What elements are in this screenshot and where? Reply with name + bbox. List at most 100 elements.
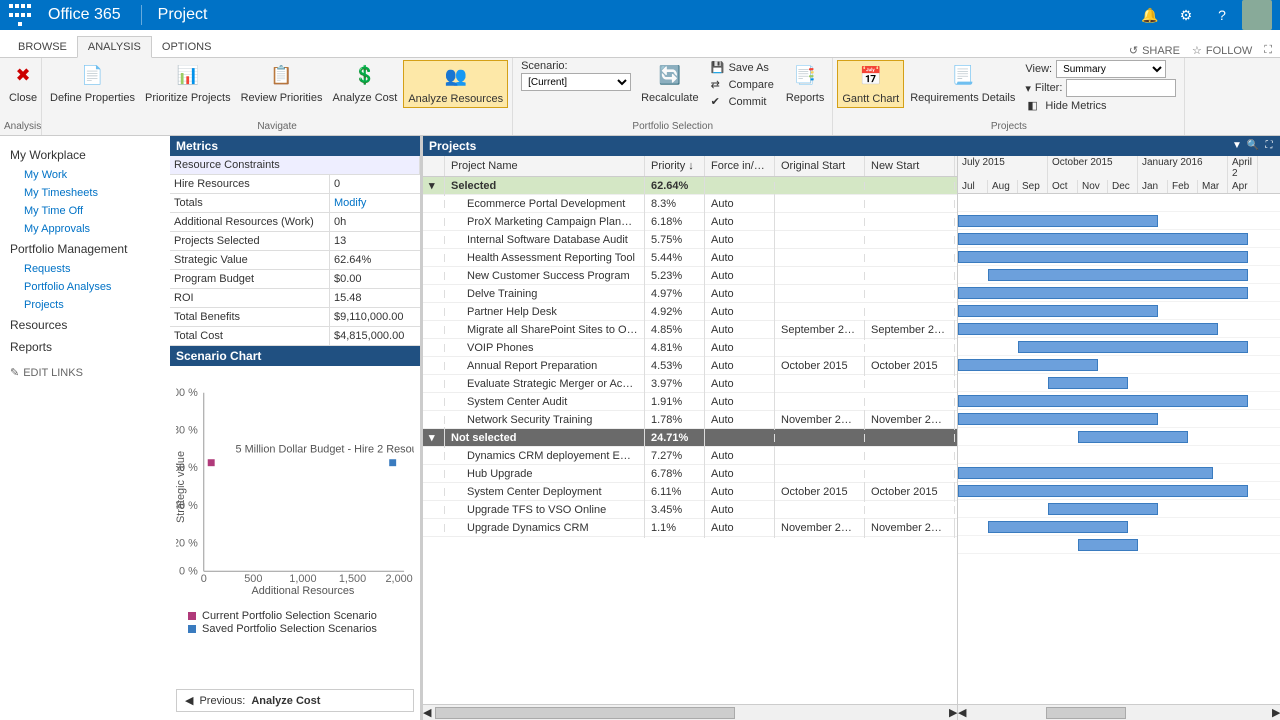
help-icon[interactable]: ?	[1206, 0, 1238, 30]
table-row[interactable]: VOIP Phones4.81%Auto	[423, 339, 957, 357]
gantt-bar[interactable]	[988, 269, 1248, 281]
group-row[interactable]: ▾Not selected24.71%	[423, 429, 957, 447]
group-row[interactable]: ▾Selected62.64%	[423, 177, 957, 195]
filter-input[interactable]	[1066, 79, 1176, 97]
view-select[interactable]: Summary	[1056, 60, 1166, 78]
timeline-month: Apr	[1228, 180, 1258, 193]
tab-options[interactable]: OPTIONS	[152, 37, 222, 57]
gantt-bar[interactable]	[1078, 431, 1188, 443]
commit-icon: ✔	[711, 95, 725, 109]
requirements-details-button[interactable]: 📃Requirements Details	[906, 60, 1019, 106]
table-row[interactable]: Health Assessment Reporting Tool5.44%Aut…	[423, 249, 957, 267]
table-row[interactable]: Dynamics CRM deployement EMEA7.27%Auto	[423, 447, 957, 465]
table-row[interactable]: New Customer Success Program5.23%Auto	[423, 267, 957, 285]
table-row[interactable]: Upgrade Dynamics CRM1.1%AutoNovember 201…	[423, 519, 957, 537]
zoom-icon[interactable]: 🔍	[1246, 138, 1260, 152]
nav-my-work[interactable]: My Work	[4, 166, 166, 184]
table-row[interactable]: Upgrade TFS to VSO Online3.45%Auto	[423, 501, 957, 519]
define-properties-button[interactable]: 📄Define Properties	[46, 60, 139, 106]
close-button[interactable]: ✖Close	[4, 60, 42, 106]
col-priority[interactable]: Priority ↓	[645, 156, 705, 176]
metric-value[interactable]: Modify	[330, 194, 420, 212]
gantt-bar[interactable]	[1018, 341, 1248, 353]
projects-header: Projects	[423, 136, 1226, 156]
tab-analysis[interactable]: ANALYSIS	[77, 36, 152, 58]
table-row[interactable]: Network Security Training1.78%AutoNovemb…	[423, 411, 957, 429]
tab-browse[interactable]: BROWSE	[8, 37, 77, 57]
commit-button[interactable]: ✔Commit	[709, 94, 776, 110]
svg-text:0: 0	[201, 573, 207, 585]
gantt-hscroll[interactable]: ◀▶	[958, 704, 1280, 720]
col-project-name[interactable]: Project Name	[445, 156, 645, 176]
table-row[interactable]: Internal Software Database Audit5.75%Aut…	[423, 231, 957, 249]
hide-metrics-button[interactable]: ◧Hide Metrics	[1025, 98, 1176, 114]
gantt-bar[interactable]	[958, 359, 1098, 371]
nav-portfolio-header[interactable]: Portfolio Management	[4, 238, 166, 260]
gantt-bar[interactable]	[958, 467, 1213, 479]
nav-requests[interactable]: Requests	[4, 260, 166, 278]
prioritize-projects-button[interactable]: 📊Prioritize Projects	[141, 60, 235, 106]
app-launcher-icon[interactable]	[8, 3, 32, 27]
scenario-select[interactable]: [Current]	[521, 73, 631, 91]
gantt-bar[interactable]	[958, 305, 1158, 317]
edit-links[interactable]: ✎EDIT LINKS	[4, 358, 166, 387]
nav-portfolio-analyses[interactable]: Portfolio Analyses	[4, 278, 166, 296]
save-as-button[interactable]: 💾Save As	[709, 60, 776, 76]
table-row[interactable]: Delve Training4.97%Auto	[423, 285, 957, 303]
suite-title: Office 365	[48, 6, 121, 24]
focus-icon[interactable]: ⛶	[1264, 44, 1272, 57]
gantt-bar[interactable]	[958, 233, 1248, 245]
gantt-bar[interactable]	[958, 215, 1158, 227]
table-row[interactable]: Ecommerce Portal Development8.3%Auto	[423, 195, 957, 213]
notifications-icon[interactable]: 🔔	[1134, 0, 1166, 30]
compare-button[interactable]: ⇄Compare	[709, 77, 776, 93]
reports-button[interactable]: 📑Reports	[782, 60, 829, 106]
expand-icon[interactable]: ⛶	[1262, 138, 1276, 152]
ribbon-tabs: BROWSE ANALYSIS OPTIONS ↺ SHARE ☆ FOLLOW…	[0, 30, 1280, 58]
nav-reports[interactable]: Reports	[4, 336, 166, 358]
analyze-resources-button[interactable]: 👥Analyze Resources	[403, 60, 508, 108]
gantt-bar[interactable]	[958, 485, 1248, 497]
col-force[interactable]: Force in/out	[705, 156, 775, 176]
gantt-bar[interactable]	[958, 413, 1158, 425]
gantt-bar[interactable]	[988, 521, 1128, 533]
table-row[interactable]: Partner Help Desk4.92%Auto	[423, 303, 957, 321]
table-row[interactable]: ProX Marketing Campaign Planning6.18%Aut…	[423, 213, 957, 231]
nav-workplace-header[interactable]: My Workplace	[4, 144, 166, 166]
save-icon: 💾	[711, 61, 725, 75]
table-row[interactable]: Evaluate Strategic Merger or Acquisiti3.…	[423, 375, 957, 393]
previous-analyze-cost[interactable]: ◀ Previous: Analyze Cost	[176, 689, 414, 712]
nav-projects[interactable]: Projects	[4, 296, 166, 314]
table-row[interactable]: Migrate all SharePoint Sites to Office 3…	[423, 321, 957, 339]
gantt-bar[interactable]	[958, 251, 1248, 263]
avatar[interactable]	[1242, 0, 1272, 30]
table-row[interactable]: System Center Deployment6.11%AutoOctober…	[423, 483, 957, 501]
nav-resources[interactable]: Resources	[4, 314, 166, 336]
gantt-bar[interactable]	[1048, 377, 1128, 389]
gantt-bar[interactable]	[958, 323, 1218, 335]
nav-my-time-off[interactable]: My Time Off	[4, 202, 166, 220]
recalculate-button[interactable]: 🔄Recalculate	[637, 60, 702, 106]
filter-panel-icon[interactable]: ▼	[1230, 138, 1244, 152]
gantt: July 2015October 2015January 2016April 2…	[958, 156, 1280, 720]
share-button[interactable]: ↺ SHARE	[1129, 44, 1180, 57]
nav-my-approvals[interactable]: My Approvals	[4, 220, 166, 238]
table-row[interactable]: Annual Report Preparation4.53%AutoOctobe…	[423, 357, 957, 375]
gantt-bar[interactable]	[958, 287, 1248, 299]
app-title[interactable]: Project	[158, 6, 208, 24]
col-original-start[interactable]: Original Start	[775, 156, 865, 176]
gantt-bar[interactable]	[1078, 539, 1138, 551]
table-row[interactable]: System Center Audit1.91%Auto	[423, 393, 957, 411]
grid-hscroll[interactable]: ◀▶	[423, 704, 957, 720]
gantt-bar[interactable]	[958, 395, 1248, 407]
table-row[interactable]: Hub Upgrade6.78%Auto	[423, 465, 957, 483]
gantt-chart-button[interactable]: 📅Gantt Chart	[837, 60, 904, 108]
review-priorities-button[interactable]: 📋Review Priorities	[237, 60, 327, 106]
col-new-start[interactable]: New Start	[865, 156, 955, 176]
analyze-cost-button[interactable]: 💲Analyze Cost	[329, 60, 402, 106]
nav-my-timesheets[interactable]: My Timesheets	[4, 184, 166, 202]
gantt-bar[interactable]	[1048, 503, 1158, 515]
group-navigate-label: Navigate	[46, 120, 508, 133]
settings-icon[interactable]: ⚙	[1170, 0, 1202, 30]
follow-button[interactable]: ☆ FOLLOW	[1192, 44, 1252, 57]
